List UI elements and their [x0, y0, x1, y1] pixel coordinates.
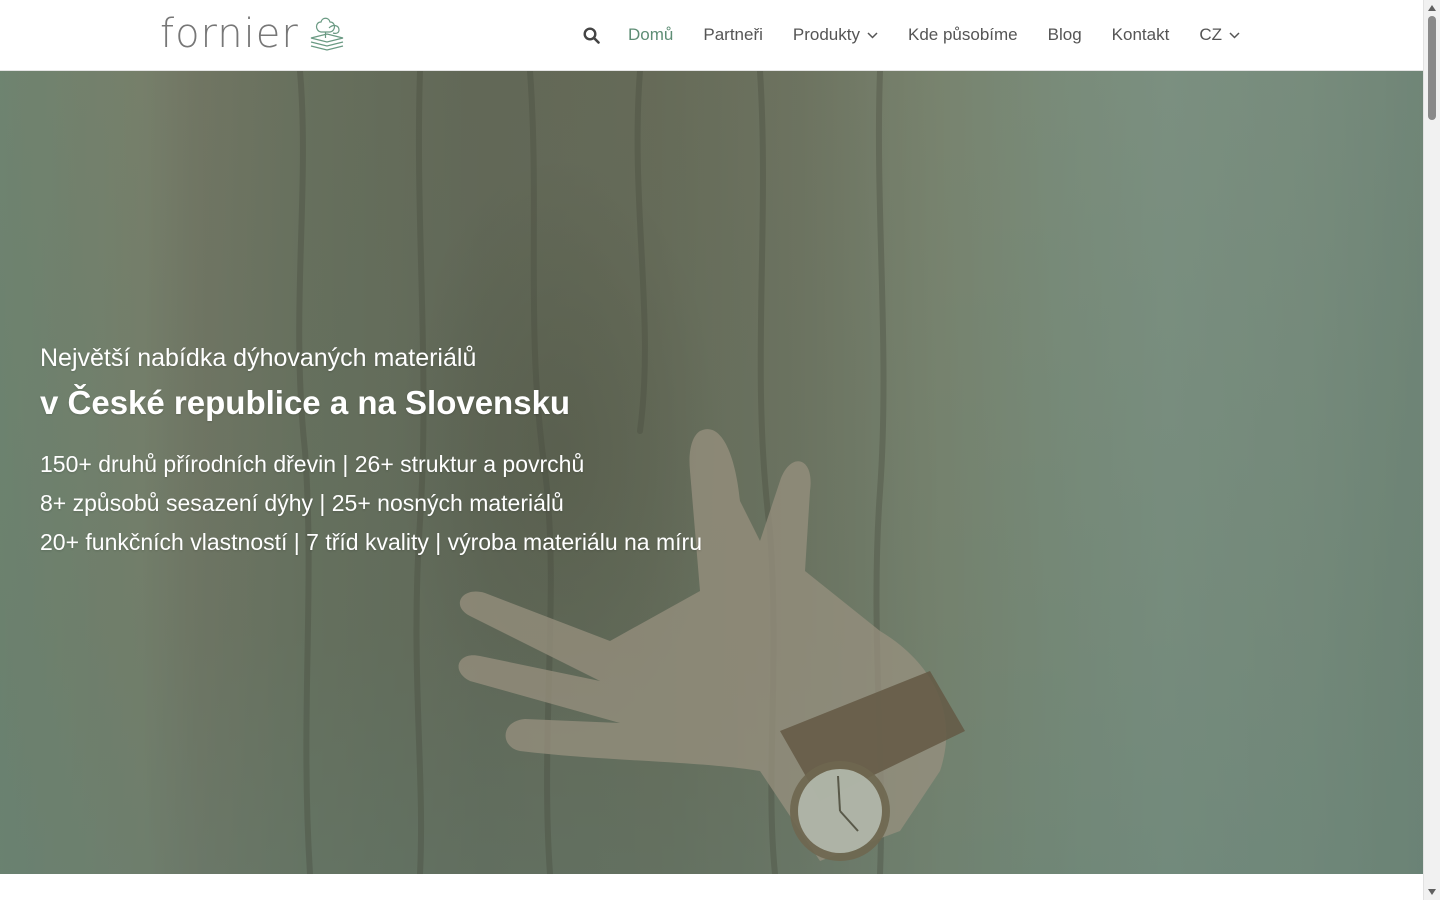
- nav-item-kde-pusobime[interactable]: Kde působíme: [908, 25, 1018, 45]
- scrollbar-thumb[interactable]: [1428, 16, 1436, 120]
- nav-item-label: Blog: [1047, 25, 1082, 44]
- nav-item-label: Kontakt: [1111, 25, 1170, 44]
- scroll-down-arrow-icon[interactable]: [1424, 884, 1440, 900]
- nav-item-blog[interactable]: Blog: [1048, 25, 1082, 45]
- nav-item-partneri[interactable]: Partneři: [703, 25, 763, 45]
- search-icon: [582, 26, 600, 44]
- hero-stats: 150+ druhů přírodních dřevin | 26+ struk…: [40, 445, 702, 562]
- hero-content: Největší nabídka dýhovaných materiálů v …: [40, 341, 702, 562]
- language-label: CZ: [1199, 25, 1222, 44]
- page-scrollbar[interactable]: [1423, 0, 1440, 900]
- hero-subtitle: Největší nabídka dýhovaných materiálů: [40, 344, 477, 372]
- site-header: fornier Domů Partneři Produkty Kde působ…: [0, 0, 1424, 71]
- hero-stat-line: 20+ funkčních vlastností | 7 tříd kvalit…: [40, 529, 702, 555]
- logo-wordmark: fornier: [160, 11, 299, 57]
- hero-stat-line: 150+ druhů přírodních dřevin | 26+ struk…: [40, 451, 585, 477]
- nav-item-domu[interactable]: Domů: [628, 25, 673, 45]
- nav-item-label: Partneři: [703, 25, 763, 44]
- nav-item-produkty[interactable]: Produkty: [793, 25, 878, 45]
- chevron-down-icon: [867, 32, 878, 39]
- language-switcher[interactable]: CZ: [1199, 25, 1240, 45]
- site-logo[interactable]: fornier: [160, 10, 347, 58]
- tree-on-veneer-layers-icon: [310, 17, 343, 51]
- chevron-down-icon: [1229, 32, 1240, 39]
- nav-item-kontakt[interactable]: Kontakt: [1112, 25, 1170, 45]
- nav-item-label: Produkty: [792, 25, 860, 44]
- hero-banner: Největší nabídka dýhovaných materiálů v …: [0, 71, 1424, 874]
- hero-stat-line: 8+ způsobů sesazení dýhy | 25+ nosných m…: [40, 490, 564, 516]
- scroll-up-arrow-icon[interactable]: [1424, 0, 1440, 16]
- hero-title: v České republice a na Slovensku: [40, 384, 571, 421]
- search-button[interactable]: [580, 24, 602, 46]
- main-navigation: Domů Partneři Produkty Kde působíme Blog…: [580, 0, 1240, 70]
- nav-item-label: Kde působíme: [907, 25, 1018, 44]
- nav-item-label: Domů: [628, 25, 674, 44]
